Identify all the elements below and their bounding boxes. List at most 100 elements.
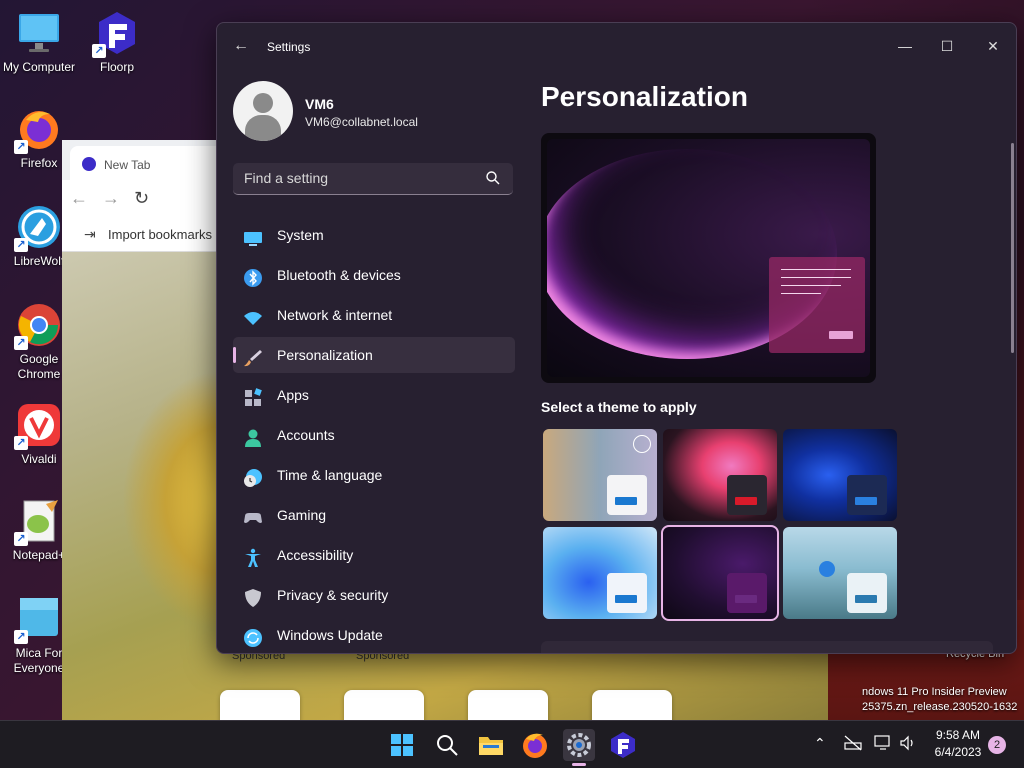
vivaldi-icon: ↗: [14, 402, 62, 450]
person-icon: [243, 425, 263, 447]
theme-section-label: Select a theme to apply: [541, 399, 697, 415]
avatar[interactable]: [233, 81, 293, 141]
desktop-icon-floorp[interactable]: ↗ Floorp: [79, 10, 155, 75]
import-bookmarks-link[interactable]: Import bookmarks: [108, 227, 212, 242]
clock-globe-icon: [243, 465, 263, 487]
folder-icon: [479, 737, 503, 755]
theme-option-dark[interactable]: [783, 429, 897, 521]
sidebar-item-time-language[interactable]: Time & language: [233, 457, 515, 493]
display-tray-icon[interactable]: [874, 735, 892, 754]
windows-logo-icon: [391, 734, 413, 756]
taskbar-floorp[interactable]: [607, 729, 639, 761]
settings-card[interactable]: [541, 641, 993, 653]
desktop-icon-label: My Computer: [2, 60, 76, 74]
search-icon[interactable]: [485, 170, 501, 186]
windows-build-watermark: 25375.zn_release.230520-1632: [862, 701, 1018, 713]
settings-nav: System Bluetooth & devices Network & int…: [233, 217, 515, 653]
user-name: VM6: [305, 96, 334, 112]
taskbar-file-explorer[interactable]: [475, 729, 507, 761]
maximize-button[interactable]: ☐: [927, 31, 967, 61]
floorp-tab-icon: [82, 157, 96, 171]
volume-icon[interactable]: [899, 735, 917, 754]
settings-window: ← Settings — ☐ ✕ VM6 VM6@collabnet.local…: [216, 22, 1017, 654]
back-arrow-icon[interactable]: ←: [233, 37, 249, 55]
sidebar-item-label: Windows Update: [277, 627, 383, 643]
desktop-icon-label: Notepad+: [12, 548, 66, 562]
forward-icon[interactable]: →: [102, 188, 120, 209]
sidebar-item-accessibility[interactable]: Accessibility: [233, 537, 515, 573]
chrome-icon: ↗: [14, 302, 62, 350]
search-input[interactable]: [233, 163, 473, 193]
shortcut-arrow-icon: ↗: [14, 238, 28, 252]
shortcut-arrow-icon: ↗: [14, 532, 28, 546]
firefox-icon: [523, 733, 547, 758]
windows-watermark: ndows 11 Pro Insider Preview: [862, 686, 1007, 698]
start-button[interactable]: [386, 729, 418, 761]
sidebar-item-label: Network & internet: [277, 307, 393, 323]
shortcut-arrow-icon: ↗: [92, 44, 106, 58]
back-icon[interactable]: ←: [70, 188, 88, 209]
notification-badge[interactable]: 2: [988, 736, 1006, 754]
sidebar-item-privacy-security[interactable]: Privacy & security: [233, 577, 515, 613]
sidebar-item-label: Time & language: [277, 467, 383, 483]
desktop-icon-label: LibreWolf: [13, 254, 65, 268]
reload-icon[interactable]: ↻: [134, 188, 149, 209]
sidebar-item-personalization[interactable]: Personalization: [233, 337, 515, 373]
shortcut-arrow-icon: ↗: [14, 336, 28, 350]
search-icon: [437, 735, 458, 756]
chevron-up-icon[interactable]: ⌃: [814, 735, 826, 752]
desktop-icon-label: Floorp: [99, 60, 134, 74]
sidebar-item-label: System: [277, 227, 324, 243]
sidebar-item-bluetooth[interactable]: Bluetooth & devices: [233, 257, 515, 293]
tab-label: New Tab: [104, 158, 151, 172]
update-icon: [243, 625, 263, 647]
theme-option-spotlight[interactable]: [543, 429, 657, 521]
shortcut-tile[interactable]: [468, 690, 548, 720]
desktop-icon-label: Firefox: [20, 156, 58, 170]
network-icon[interactable]: [844, 735, 862, 754]
desktop-icon-my-computer[interactable]: My Computer: [1, 10, 77, 75]
sidebar-item-gaming[interactable]: Gaming: [233, 497, 515, 533]
theme-option-bloom-selected[interactable]: [661, 525, 779, 621]
close-button[interactable]: ✕: [973, 31, 1013, 61]
shortcut-tile[interactable]: [220, 690, 300, 720]
sidebar-item-accounts[interactable]: Accounts: [233, 417, 515, 453]
desktop-icon-label: Vivaldi: [21, 452, 57, 466]
minimize-button[interactable]: —: [885, 31, 925, 61]
wifi-icon: [243, 305, 263, 325]
shortcut-arrow-icon: ↗: [14, 140, 28, 154]
title-bar: ← Settings — ☐ ✕: [217, 23, 1016, 71]
taskbar-settings[interactable]: [563, 729, 595, 761]
floorp-icon: [611, 732, 635, 758]
bluetooth-icon: [243, 265, 263, 287]
sidebar-item-label: Gaming: [277, 507, 327, 523]
notepadplusplus-icon: ↗: [14, 498, 62, 546]
sidebar-item-windows-update[interactable]: Windows Update: [233, 617, 515, 653]
shortcut-arrow-icon: ↗: [14, 630, 28, 644]
taskbar-firefox[interactable]: [519, 729, 551, 761]
taskbar-search-button[interactable]: [431, 729, 463, 761]
shortcut-tile[interactable]: [344, 690, 424, 720]
accessibility-icon: [243, 545, 263, 567]
theme-option-light[interactable]: [543, 527, 657, 619]
theme-option-captured-motion[interactable]: [783, 527, 897, 619]
sidebar-item-label: Accounts: [277, 427, 335, 443]
window-title: Settings: [267, 40, 311, 54]
clock-date[interactable]: 6/4/2023: [930, 745, 986, 759]
sidebar-item-system[interactable]: System: [233, 217, 515, 253]
sidebar-item-label: Bluetooth & devices: [277, 267, 401, 283]
shield-icon: [243, 585, 263, 607]
sidebar-item-label: Accessibility: [277, 547, 354, 563]
desktop-icon-label: Mica For Everyone: [13, 646, 65, 675]
clock-time[interactable]: 9:58 AM: [932, 728, 984, 742]
spotlight-icon: [633, 435, 651, 453]
theme-option-glow[interactable]: [663, 429, 777, 521]
sidebar-item-apps[interactable]: Apps: [233, 377, 515, 413]
shortcut-tile[interactable]: [592, 690, 672, 720]
display-icon: [243, 225, 263, 246]
sidebar-item-label: Privacy & security: [277, 587, 389, 603]
scrollbar[interactable]: [1011, 143, 1014, 353]
firefox-icon: ↗: [14, 106, 62, 154]
search-box: [233, 163, 513, 195]
sidebar-item-network[interactable]: Network & internet: [233, 297, 515, 333]
